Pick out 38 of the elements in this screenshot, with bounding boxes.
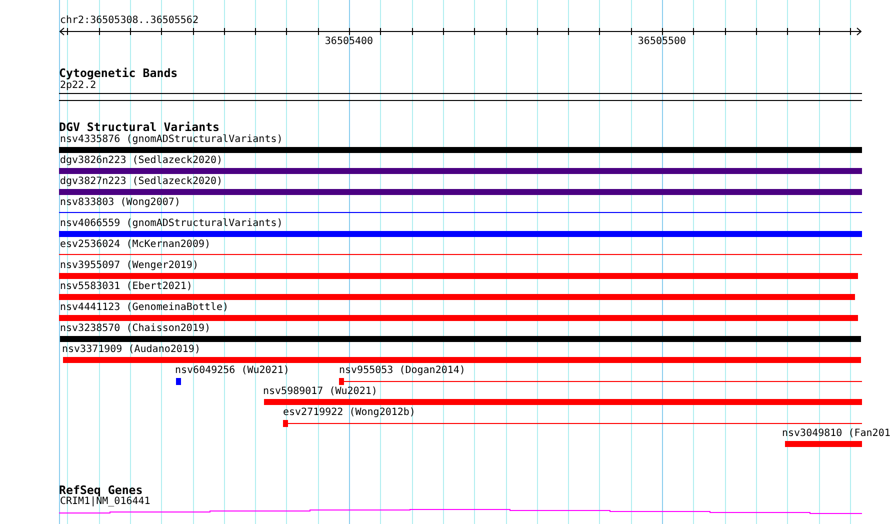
variant-bar[interactable] bbox=[59, 189, 862, 195]
variant-label: nsv3955097 (Wenger2019) bbox=[60, 260, 198, 272]
variant-label: nsv4441123 (GenomeinaBottle) bbox=[60, 302, 229, 314]
band-label: 2p22.2 bbox=[60, 80, 96, 92]
variant-bar[interactable] bbox=[59, 315, 858, 321]
variant-label: nsv833803 (Wong2007) bbox=[60, 197, 180, 209]
variant-label: dgv3826n223 (Sedlazeck2020) bbox=[60, 155, 223, 167]
variant-line[interactable] bbox=[283, 420, 862, 427]
variant-line[interactable] bbox=[339, 378, 862, 385]
variant-bar[interactable] bbox=[264, 399, 862, 405]
variant-bar[interactable] bbox=[59, 294, 855, 300]
track-title: DGV Structural Variants bbox=[59, 121, 220, 134]
variant-bar[interactable] bbox=[63, 357, 861, 363]
tick-label: 36505500 bbox=[637, 36, 687, 48]
variant-bar[interactable] bbox=[59, 147, 862, 153]
variant-label: nsv5583031 (Ebert2021) bbox=[60, 281, 192, 293]
variant-label: nsv3049810 (Fan201 bbox=[782, 428, 890, 440]
track-title: Cytogenetic Bands bbox=[59, 67, 178, 80]
variant-label: nsv3371909 (Audano2019) bbox=[62, 344, 200, 356]
variant-bar[interactable] bbox=[59, 273, 858, 279]
variant-label: nsv4066559 (gnomADStructuralVariants) bbox=[60, 218, 283, 230]
location-label: chr2:36505308..36505562 bbox=[60, 15, 198, 27]
variant-label: nsv3238570 (Chaisson2019) bbox=[60, 323, 211, 335]
variant-label: nsv4335876 (gnomADStructuralVariants) bbox=[60, 134, 283, 146]
variant-label: nsv6049256 (Wu2021) bbox=[175, 365, 290, 377]
variant-bar[interactable] bbox=[59, 168, 862, 174]
variant-bar[interactable] bbox=[785, 441, 862, 447]
gene-label: CRIM1|NM_016441 bbox=[60, 496, 150, 508]
track-title: RefSeq Genes bbox=[59, 484, 143, 497]
variant-label: nsv955053 (Dogan2014) bbox=[339, 365, 466, 377]
variant-label: esv2536024 (McKernan2009) bbox=[60, 239, 211, 251]
variant-label: esv2719922 (Wong2012b) bbox=[283, 407, 416, 419]
variant-label: dgv3827n223 (Sedlazeck2020) bbox=[60, 176, 223, 188]
variant-marker[interactable] bbox=[176, 378, 181, 385]
variant-bar[interactable] bbox=[60, 336, 861, 342]
tick-label: 36505400 bbox=[324, 36, 374, 48]
variant-bar[interactable] bbox=[59, 231, 862, 237]
variant-label: nsv5989017 (Wu2021) bbox=[263, 386, 378, 398]
